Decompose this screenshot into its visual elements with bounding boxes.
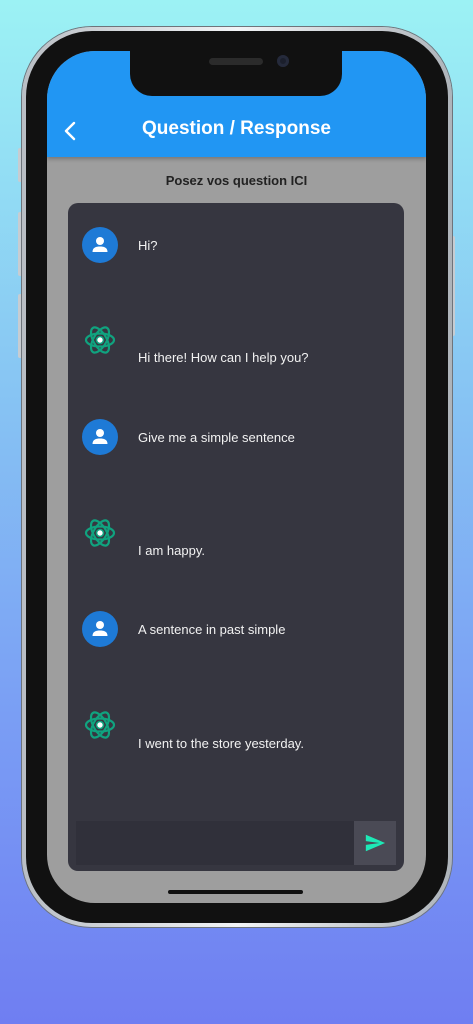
page-title: Question / Response [142,118,331,139]
message-input[interactable] [76,821,354,865]
user-avatar [82,227,118,263]
user-avatar [82,611,118,647]
screen: Question / Response Posez vos question I… [47,51,426,903]
send-icon [365,834,386,852]
bot-avatar [82,707,118,743]
bot-avatar [82,515,118,551]
send-button[interactable] [354,821,396,865]
person-icon [92,237,108,252]
speaker [209,58,263,65]
chat-panel: Hi? Hi there! How can I help you? Give m… [68,203,404,871]
message-text: Hi there! How can I help you? [138,350,309,365]
person-icon [92,429,108,444]
page-subtitle: Posez vos question ICI [165,173,308,188]
openai-logo-icon [84,711,116,739]
message-text: I am happy. [138,543,205,558]
user-avatar [82,419,118,455]
camera [277,55,289,67]
message-text: Hi? [138,238,158,253]
message-text: Give me a simple sentence [138,430,295,445]
message-text: I went to the store yesterday. [138,736,304,751]
bot-avatar [82,322,118,358]
openai-logo-icon [84,326,116,354]
home-indicator [168,890,303,894]
openai-logo-icon [84,519,116,547]
message-text: A sentence in past simple [138,622,286,637]
person-icon [92,621,108,636]
notch [130,51,342,96]
